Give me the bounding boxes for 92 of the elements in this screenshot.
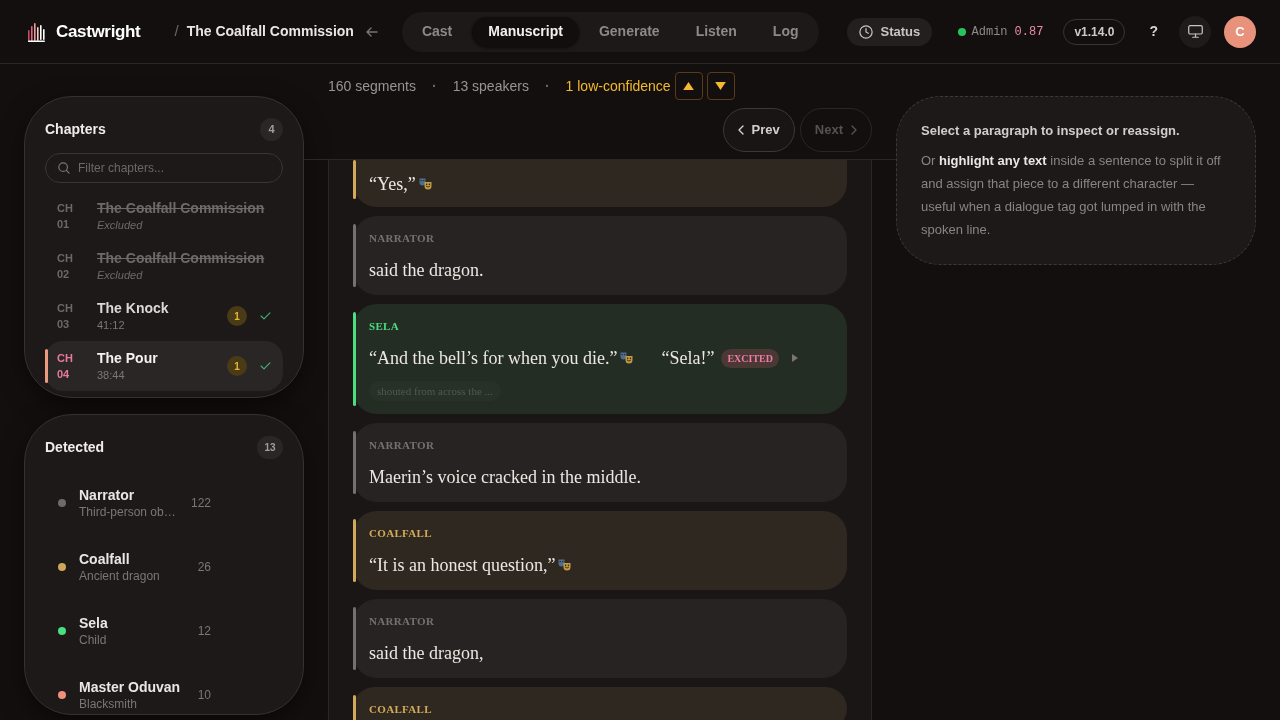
flag-count-badge: 1 [227,306,247,326]
speaker-description: Third-person ob… [79,504,176,520]
user-score: 0.87 [1014,23,1044,41]
check-icon [260,362,271,370]
line-count: 26 [196,559,211,576]
segment-text: said the dragon. [369,259,484,282]
speaker-description: Child [79,632,107,648]
chevron-left-icon [737,125,744,135]
breadcrumb-separator: / [174,21,179,42]
chapter-title: The Coalfall Commission [97,199,266,217]
status-button[interactable]: Status [846,17,933,46]
chapter-item[interactable]: CH 03 The Knock 41:12 1 [45,291,283,341]
speaker-name[interactable]: Master Oduvan [79,678,181,696]
low-confidence-count[interactable]: 1 low-confidence [565,75,671,97]
logo-icon [28,21,45,42]
check-icon [260,312,271,320]
triangle-down-icon [715,82,727,90]
nav-tab[interactable]: Cast [405,16,469,47]
prev-button[interactable]: Prev [722,108,795,152]
chapter-subtitle: 38:44 [97,368,125,383]
speaker-label: NARRATOR [369,438,435,453]
separator-dot: · [431,76,437,96]
monitor-icon [1187,25,1203,38]
theater-masks-icon [620,352,634,364]
chapter-number: CH 01 [57,201,74,232]
project-title: The Coalfall Commission [186,22,354,41]
segment-card[interactable]: NARRATOR Maerin’s voice cracked in the middle. [353,423,847,502]
play-icon[interactable] [792,354,798,362]
speaker-name[interactable]: Coalfall [79,550,130,568]
segment-card[interactable]: NARRATOR said the dragon, [353,599,847,678]
previous-flag-button[interactable] [674,72,703,100]
back-button[interactable] [365,26,378,37]
speaker-label: SELA [369,319,400,334]
speaker-label: NARRATOR [369,614,435,629]
speaker-name[interactable]: Narrator [79,486,135,504]
nav-tab[interactable]: Generate [582,16,676,47]
chapter-number: CH 03 [57,301,74,332]
hint-title: Select a paragraph to inspect or reassign. [921,122,1181,140]
count-badge: 4 [260,118,283,141]
chapter-subtitle: Excluded [97,218,143,233]
segment-card[interactable]: COALFALL “It is an honest question,” [353,511,847,590]
segment-text: “Yes,” [369,173,416,196]
search-icon [58,162,70,174]
line-count: 122 [189,495,211,512]
nav-tab[interactable]: Log [756,16,815,47]
chapter-number: CH 04 [57,351,74,382]
separator-dot: · [544,76,550,96]
panel-title: Chapters [45,120,106,139]
speaker-label: COALFALL [369,526,432,541]
segment-card[interactable]: “Yes,” [353,160,847,207]
chapter-title: The Knock [97,299,170,317]
filter-field[interactable]: Filter chapters... [45,153,283,183]
stat-count: 160 segments [328,76,416,96]
segment-text: “It is an honest question,” [369,554,556,577]
hint-text: Or highlight any text inside a sentence to split it off and assign that piece to a different character — useful when a dialogue tag got lumped in with the spoken line. [921,152,1222,239]
chapter-number: CH 02 [57,251,74,282]
line-count: 12 [196,623,211,640]
chapter-item[interactable]: CH 04 The Pour 38:44 1 [45,341,283,391]
clock-icon [858,24,873,39]
segment-text: Maerin’s voice cracked in the middle. [369,466,641,489]
speaker-name[interactable]: Sela [79,614,108,632]
count-badge: 13 [257,436,283,459]
flag-count-badge: 1 [227,356,247,376]
triangle-up-icon [683,82,695,90]
line-count: 10 [196,687,211,704]
arrow-left-icon [365,26,378,37]
theater-masks-icon [558,559,572,571]
segment-card[interactable]: NARRATOR said the dragon. [353,216,847,295]
theater-masks-icon [418,178,432,190]
help-button[interactable]: ? [1149,21,1158,42]
speaker-description: Blacksmith [79,696,137,712]
segment-card[interactable]: COALFALL [353,687,847,720]
chevron-right-icon [851,125,857,135]
user-role: Admin [971,23,1008,41]
chapter-title: The Coalfall Commission [97,249,266,267]
speaker-label: COALFALL [369,702,432,717]
speaker-description: Ancient dragon [79,568,160,584]
chapter-subtitle: 41:12 [97,318,125,333]
speaker-label: NARRATOR [369,231,435,246]
panel-title: Detected [45,438,105,457]
app-name: Castwright [56,20,141,43]
segment-text: said the dragon, [369,642,484,665]
nav-tab[interactable]: Manuscript [472,16,579,47]
segment-text: “And the bell’s for when you die.” [369,347,618,370]
emotion-tag: EXCITED [721,348,779,368]
chapter-title: The Pour [97,349,159,367]
next-flag-button[interactable] [706,72,735,100]
display-button[interactable] [1179,15,1211,48]
nav-tab[interactable]: Listen [679,16,753,47]
segment-text: “Sela!” [661,347,715,370]
chapter-subtitle: Excluded [97,268,143,283]
stat-count: 13 speakers [452,76,529,96]
